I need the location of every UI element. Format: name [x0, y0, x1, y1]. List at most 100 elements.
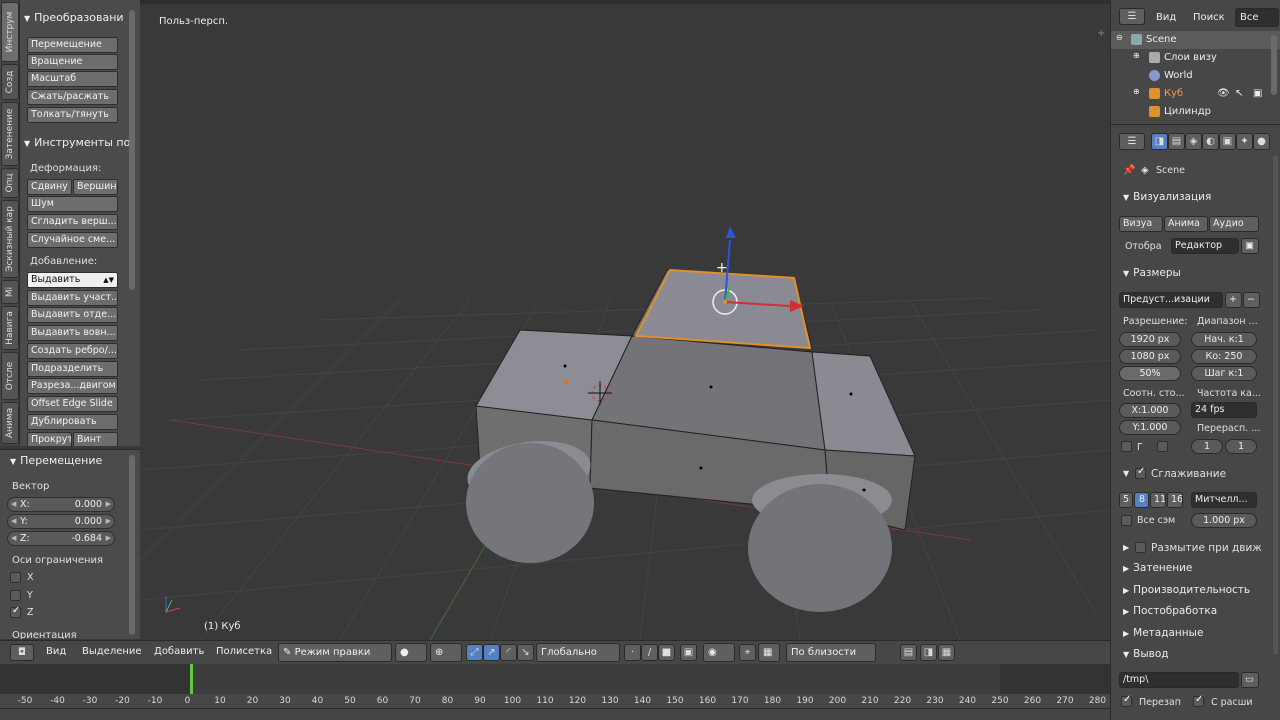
post-processing-panel-header[interactable]: ▶ Постобработка — [1123, 605, 1217, 617]
resolution-y-field[interactable]: 1080 px — [1119, 349, 1181, 364]
spin-button[interactable]: Прокрут — [27, 432, 72, 446]
frame-end-field[interactable]: Ко: 250 — [1191, 349, 1257, 364]
vector-y-field[interactable]: ◀ Y: 0.000 ▶ — [7, 514, 115, 529]
render-still-icon[interactable]: ◨ — [920, 644, 937, 661]
outliner-editor-icon[interactable]: ☰ — [1119, 8, 1145, 25]
antialiasing-checkbox[interactable] — [1135, 466, 1146, 479]
outliner-row-cube[interactable]: ⊕ Куб 👁 ↖ ▣ — [1111, 85, 1280, 103]
mode-dropdown[interactable]: ✎ Режим правки — [278, 643, 392, 662]
tab-animation[interactable]: Анима — [1, 402, 19, 444]
visibility-eye-icon[interactable]: 👁 — [1217, 88, 1230, 99]
shrink-fatten-button[interactable]: Сжать/расжать — [27, 89, 118, 105]
scale-button[interactable]: Масштаб — [27, 71, 118, 87]
folder-browse-icon[interactable]: ▭ — [1241, 672, 1259, 688]
proportional-edit-dropdown[interactable]: ◉ — [703, 643, 735, 662]
snap-toggle-icon[interactable]: ⌖ — [739, 644, 756, 661]
antialiasing-panel-header[interactable]: ▼ — [1123, 467, 1133, 479]
outliner-row-scene[interactable]: ⊖ Scene — [1111, 31, 1280, 49]
translate-manipulator-icon[interactable]: ↗ — [483, 644, 500, 661]
orientation-dropdown[interactable]: Глобально — [536, 643, 620, 662]
outliner-scrollbar[interactable] — [1271, 35, 1277, 95]
edge-select-icon[interactable]: / — [641, 644, 658, 661]
aspect-x-field[interactable]: X:1.000 — [1119, 403, 1181, 418]
select-arrow-icon[interactable]: ↖ — [1235, 88, 1243, 99]
remove-preset-icon[interactable]: − — [1243, 292, 1260, 308]
motion-blur-checkbox[interactable] — [1135, 542, 1146, 553]
slide-edge-button[interactable]: Сдвину — [27, 179, 72, 195]
tab-misc[interactable]: Mi — [1, 280, 19, 304]
operator-panel-scrollbar[interactable] — [129, 455, 135, 635]
material-tab-icon[interactable]: ● — [1253, 133, 1270, 150]
object-tab-icon[interactable]: ▣ — [1219, 133, 1236, 150]
aa-samples-5[interactable]: 5 — [1119, 492, 1133, 508]
extrude-individual-button[interactable]: Выдавить отде... — [27, 307, 118, 323]
aa-samples-16[interactable]: 16 — [1167, 492, 1183, 508]
remap-new-field[interactable]: 1 — [1225, 439, 1257, 454]
shading-dropdown[interactable]: ● — [395, 643, 427, 662]
translate-button[interactable]: Перемещение — [27, 37, 118, 53]
duplicate-button[interactable]: Дублировать — [27, 414, 118, 430]
outliner-menu-view[interactable]: Вид — [1156, 12, 1176, 23]
render-presets-dropdown[interactable]: Предуст...изации — [1119, 292, 1223, 308]
editor-type-icon[interactable]: ◘ — [10, 644, 34, 661]
opengl-render-icon[interactable]: ▤ — [900, 644, 917, 661]
tab-tools[interactable]: Инструм — [1, 2, 19, 62]
resolution-percent-slider[interactable]: 50% — [1119, 366, 1181, 381]
timeline[interactable]: -50 -40 -30 -20 -10 0 10 20 30 40 50 60 70 80 90 100 110… — [0, 664, 1110, 720]
smooth-vertex-button[interactable]: Сгладить верш... — [27, 214, 118, 230]
lock-interface-icon[interactable]: ▣ — [1241, 238, 1259, 254]
tab-grease-pencil[interactable]: Эскизный кар — [1, 200, 19, 278]
manipulator-toggle-icon[interactable]: ⤢ — [466, 644, 483, 661]
modifier-tab-icon[interactable]: ✦ — [1236, 133, 1253, 150]
aspect-y-field[interactable]: Y:1.000 — [1119, 420, 1181, 435]
properties-editor-icon[interactable]: ☰ — [1119, 133, 1145, 150]
motion-blur-panel-header[interactable]: ▶ — [1123, 541, 1133, 553]
extrude-dropdown[interactable]: Выдавить ▲▼ — [27, 272, 118, 288]
metadata-panel-header[interactable]: ▶ Метаданные — [1123, 627, 1203, 639]
inset-faces-button[interactable]: Выдавить вовн... — [27, 325, 118, 341]
render-panel-header[interactable]: ▼ Визуализация — [1123, 191, 1211, 203]
screw-button[interactable]: Винт — [73, 432, 118, 446]
current-frame-marker[interactable] — [190, 664, 193, 694]
vertex-select-icon[interactable]: · — [624, 644, 641, 661]
world-tab-icon[interactable]: ◐ — [1202, 133, 1219, 150]
push-pull-button[interactable]: Толкать/тянуть — [27, 107, 118, 123]
transform-panel-header[interactable]: ▼ Преобразовани — [24, 11, 124, 24]
remap-old-field[interactable]: 1 — [1191, 439, 1223, 454]
menu-select[interactable]: Выделение — [82, 646, 142, 657]
snap-target-dropdown[interactable]: По близости — [786, 643, 876, 662]
performance-panel-header[interactable]: ▶ Производительность — [1123, 584, 1250, 596]
extrude-region-button[interactable]: Выдавить участ... — [27, 290, 118, 306]
pin-icon[interactable]: 📌 — [1123, 165, 1135, 176]
loop-cut-slide-button[interactable]: Разреза...двигом — [27, 378, 118, 394]
offset-edge-slide-button[interactable]: Offset Edge Slide — [27, 396, 118, 412]
scene-tab-icon[interactable]: ◈ — [1185, 133, 1202, 150]
fps-dropdown[interactable]: 24 fps — [1191, 402, 1257, 418]
render-layers-tab-icon[interactable]: ▤ — [1168, 133, 1185, 150]
outliner-row-world[interactable]: World — [1111, 67, 1280, 85]
noise-button[interactable]: Шум — [27, 196, 118, 212]
menu-add[interactable]: Добавить — [154, 646, 204, 657]
render-anim-icon[interactable]: ▦ — [938, 644, 955, 661]
aa-filter-size-field[interactable]: 1.000 px — [1191, 513, 1257, 528]
constraint-x-checkbox[interactable] — [10, 572, 21, 583]
face-select-icon[interactable]: ■ — [658, 644, 675, 661]
output-panel-header[interactable]: ▼ Вывод — [1123, 648, 1169, 660]
constraint-z-checkbox[interactable] — [10, 605, 21, 618]
render-camera-icon[interactable]: ▣ — [1253, 88, 1262, 99]
scale-manipulator-icon[interactable]: ↘ — [517, 644, 534, 661]
constraint-y-checkbox[interactable] — [10, 590, 21, 601]
tab-options[interactable]: Опц — [1, 168, 19, 198]
output-path-field[interactable]: /tmp\ — [1119, 672, 1239, 688]
outliner-menu-search[interactable]: Поиск — [1193, 12, 1225, 23]
tab-tracking[interactable]: Отсле — [1, 352, 19, 400]
vector-z-field[interactable]: ◀ Z: -0.684 ▶ — [7, 531, 115, 546]
snap-element-dropdown[interactable]: ▦ — [758, 643, 780, 662]
pivot-dropdown[interactable]: ⊕ — [430, 643, 462, 662]
file-extensions-checkbox[interactable] — [1193, 694, 1204, 707]
shading-panel-header[interactable]: ▶ Затенение — [1123, 562, 1192, 574]
aa-samples-8[interactable]: 8 — [1134, 492, 1149, 508]
outliner-row-cylinder[interactable]: Цилиндр — [1111, 103, 1280, 117]
randomize-button[interactable]: Случайное сме... — [27, 232, 118, 248]
slide-vertex-button[interactable]: Вершин — [73, 179, 118, 195]
